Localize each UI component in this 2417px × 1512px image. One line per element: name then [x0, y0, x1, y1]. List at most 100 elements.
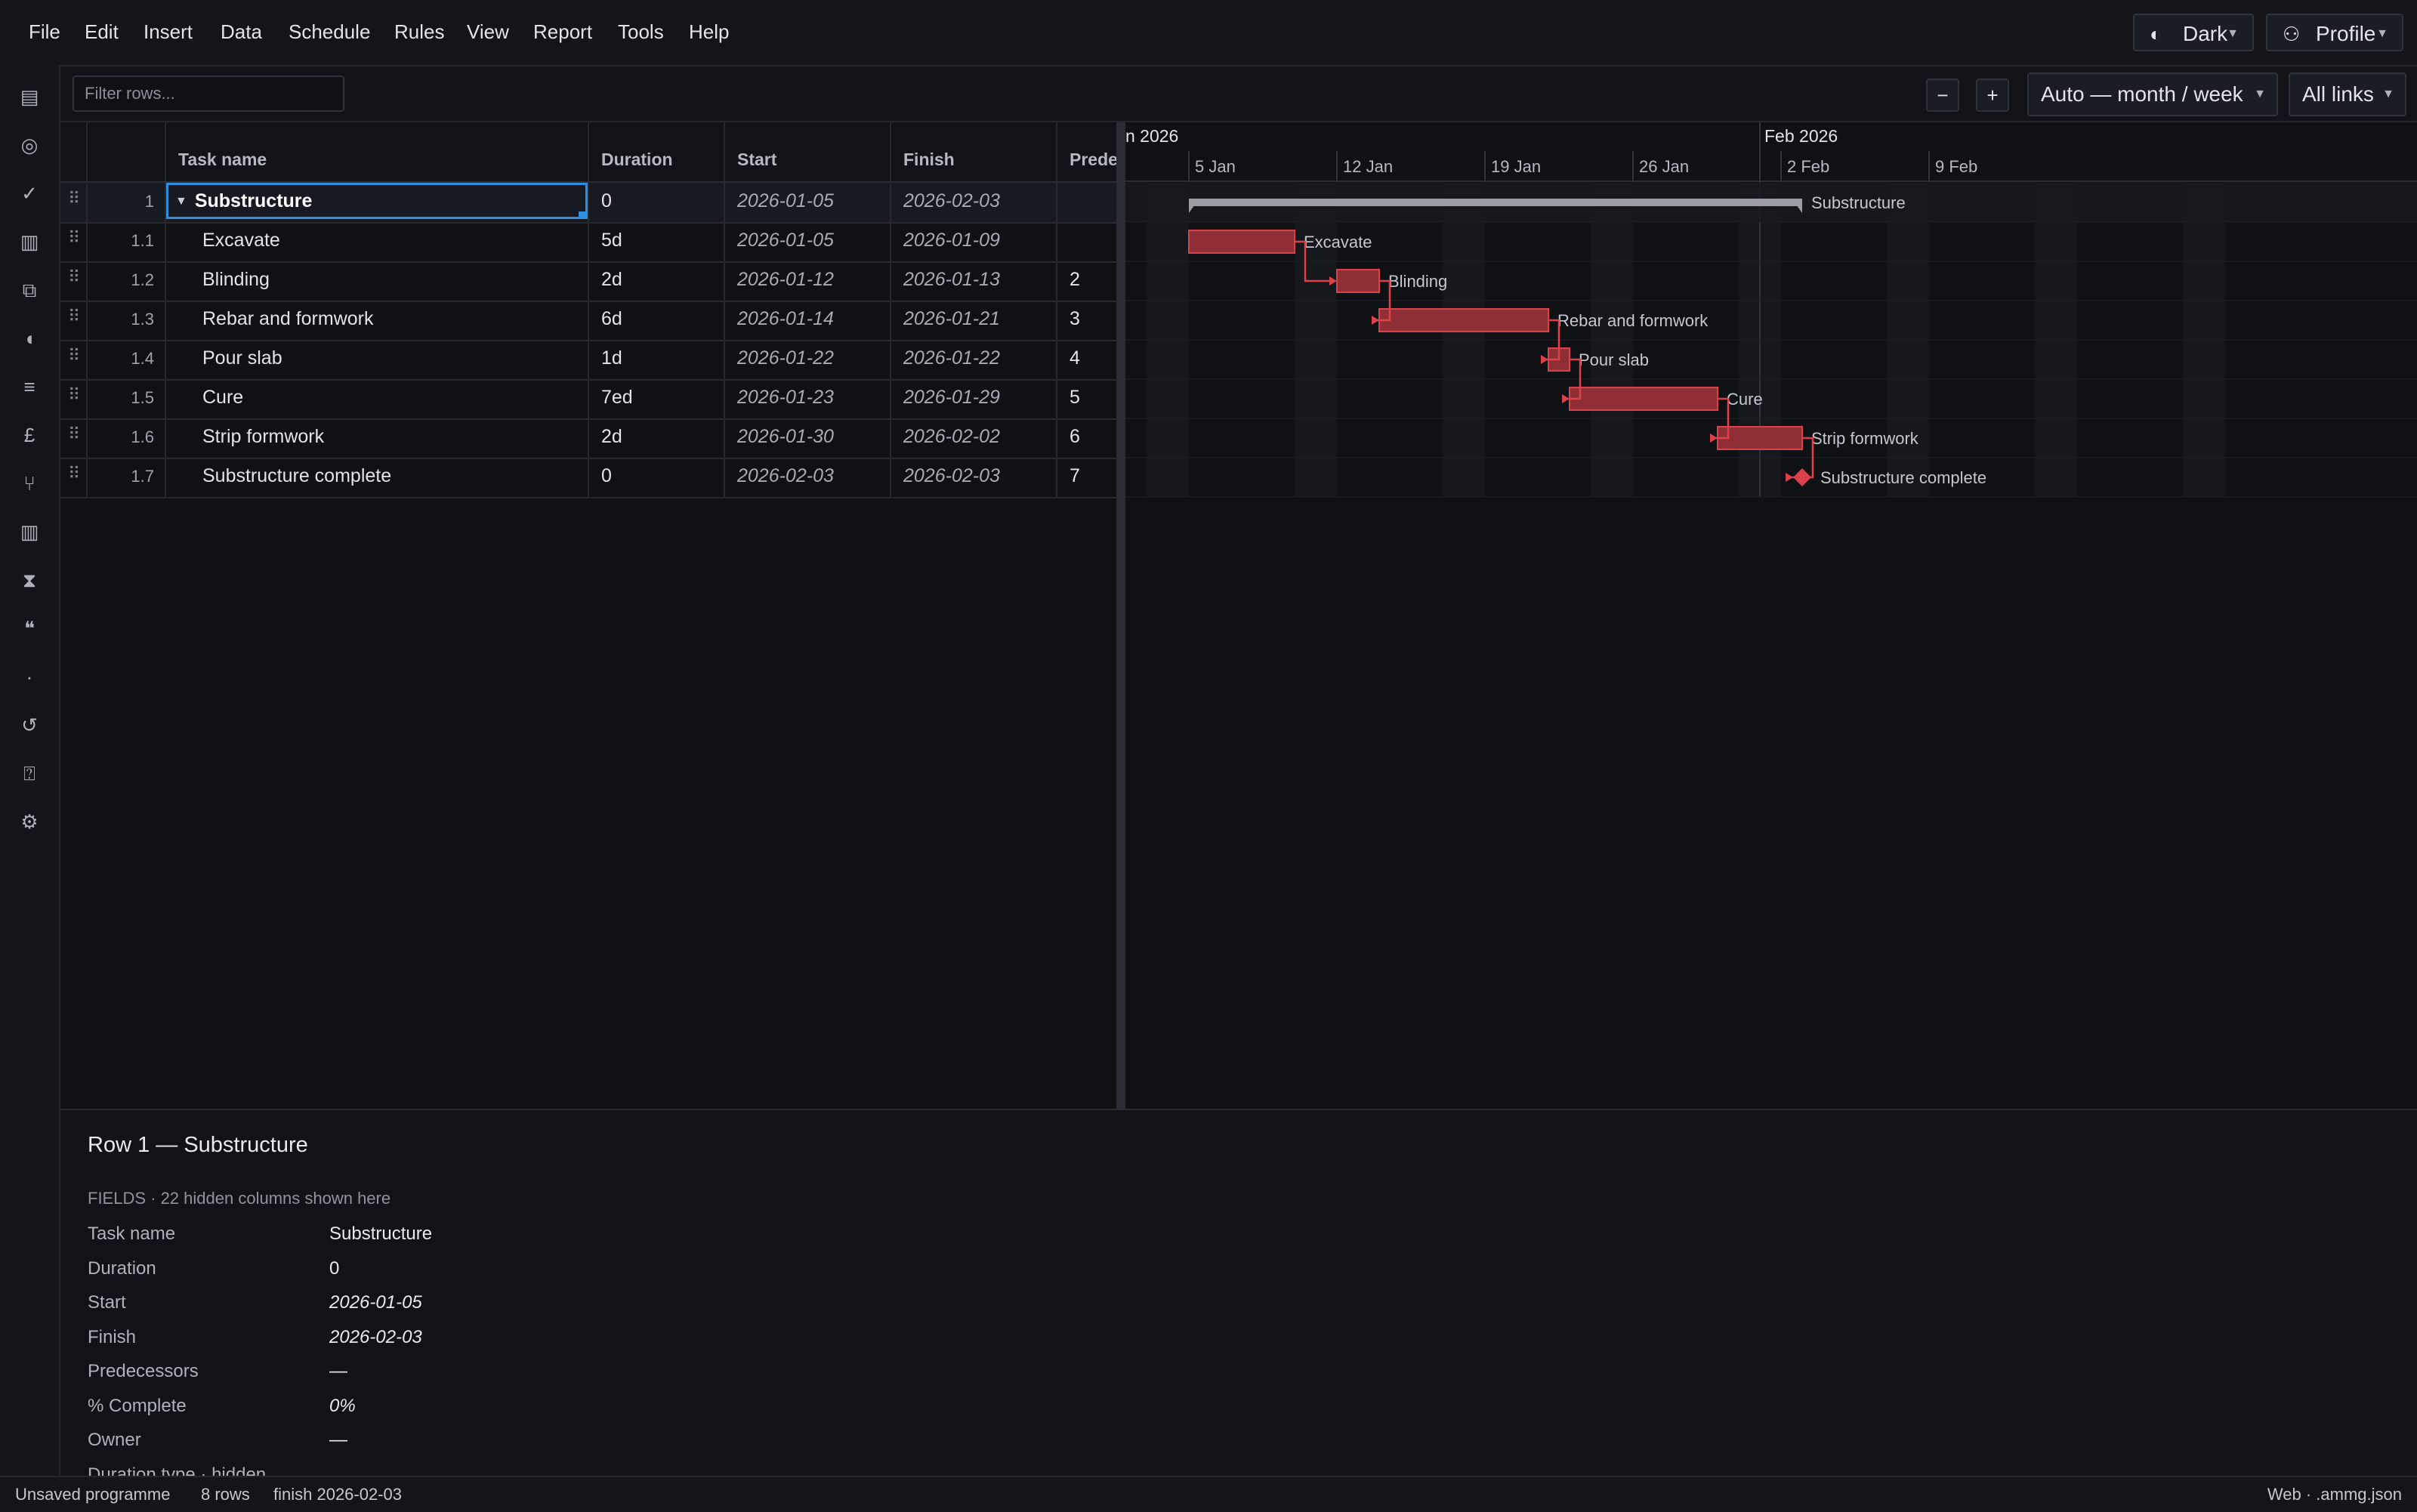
- drag-handle-icon[interactable]: ⠿: [65, 464, 83, 483]
- drag-handle-icon[interactable]: ⠿: [65, 267, 83, 287]
- table-view-icon[interactable]: ▤: [0, 82, 59, 112]
- cell-start[interactable]: 2026-01-12: [737, 269, 834, 291]
- cell-task-name[interactable]: Strip formwork: [202, 426, 324, 448]
- table-row[interactable]: ⠿ 1.1 Excavate 5d 2026-01-05 2026-01-09: [60, 222, 1118, 263]
- cell-predecessors[interactable]: 5: [1070, 387, 1080, 409]
- col-header-task-name[interactable]: Task name: [178, 150, 267, 170]
- target-icon[interactable]: ◎: [0, 130, 59, 160]
- cell-duration[interactable]: 2d: [601, 269, 622, 291]
- cell-start[interactable]: 2026-02-03: [737, 465, 834, 487]
- cell-predecessors[interactable]: 3: [1070, 308, 1080, 330]
- field-value[interactable]: 0%: [329, 1396, 356, 1417]
- cell-finish[interactable]: 2026-02-03: [903, 465, 1000, 487]
- zoom-in-button[interactable]: +: [1976, 79, 2009, 112]
- dot-icon[interactable]: ·: [0, 662, 59, 692]
- cell-task-name[interactable]: Rebar and formwork: [202, 308, 373, 330]
- menu-data[interactable]: Data: [221, 17, 262, 47]
- check-icon[interactable]: ✓: [0, 178, 59, 208]
- cell-task-name[interactable]: Cure: [202, 387, 243, 409]
- field-value[interactable]: 2026-02-03: [329, 1327, 422, 1348]
- profile-button[interactable]: ⚇ Profile ▼: [2266, 14, 2403, 51]
- history-icon[interactable]: ↺: [0, 710, 59, 740]
- menu-file[interactable]: File: [29, 17, 60, 47]
- cell-task-name[interactable]: Excavate: [202, 230, 280, 251]
- layers-icon[interactable]: ⧉: [0, 275, 59, 305]
- filter-rows-input[interactable]: [73, 76, 344, 112]
- cell-duration[interactable]: 1d: [601, 347, 622, 369]
- table-row[interactable]: ⠿ 1.3 Rebar and formwork 6d 2026-01-14 2026-0…: [60, 301, 1118, 341]
- cell-task-name[interactable]: Substructure complete: [202, 465, 391, 487]
- menu-report[interactable]: Report: [533, 17, 592, 47]
- menu-help[interactable]: Help: [689, 17, 729, 47]
- col-header-start[interactable]: Start: [737, 150, 776, 170]
- menu-edit[interactable]: Edit: [85, 17, 119, 47]
- list-icon[interactable]: ≡: [0, 372, 59, 402]
- field-value[interactable]: Substructure: [329, 1223, 432, 1245]
- zoom-out-button[interactable]: −: [1926, 79, 1959, 112]
- quote-icon[interactable]: ❝: [0, 613, 59, 643]
- drag-handle-icon[interactable]: ⠿: [65, 346, 83, 366]
- cell-start[interactable]: 2026-01-05: [737, 190, 834, 212]
- drag-handle-icon[interactable]: ⠿: [65, 424, 83, 444]
- field-value[interactable]: 2026-01-05: [329, 1292, 422, 1313]
- cell-finish[interactable]: 2026-01-29: [903, 387, 1000, 409]
- cell-duration[interactable]: 0: [601, 465, 612, 487]
- columns-icon[interactable]: ▥: [0, 517, 59, 547]
- table-row[interactable]: ⠿ 1.7 Substructure complete 0 2026-02-03 2026…: [60, 458, 1118, 498]
- cell-start[interactable]: 2026-01-05: [737, 230, 834, 251]
- cell-finish[interactable]: 2026-01-09: [903, 230, 1000, 251]
- drag-handle-icon[interactable]: ⠿: [65, 189, 83, 208]
- menu-insert[interactable]: Insert: [144, 17, 193, 47]
- drag-handle-icon[interactable]: ⠿: [65, 307, 83, 326]
- cell-finish[interactable]: 2026-01-13: [903, 269, 1000, 291]
- field-value[interactable]: 0: [329, 1258, 339, 1279]
- table-row[interactable]: ⠿ 1.5 Cure 7ed 2026-01-23 2026-01-29 5: [60, 379, 1118, 420]
- cell-predecessors[interactable]: 4: [1070, 347, 1080, 369]
- cell-duration[interactable]: 0: [601, 190, 612, 212]
- menu-tools[interactable]: Tools: [618, 17, 664, 47]
- hourglass-icon[interactable]: ⧗: [0, 565, 59, 595]
- col-header-finish[interactable]: Finish: [903, 150, 955, 170]
- cell-task-name[interactable]: ▼ Substructure: [175, 190, 312, 212]
- field-value[interactable]: —: [329, 1361, 347, 1382]
- cell-duration[interactable]: 7ed: [601, 387, 633, 409]
- col-header-predecessors[interactable]: Prede: [1070, 150, 1118, 170]
- cell-predecessors[interactable]: 2: [1070, 269, 1080, 291]
- cell-task-name[interactable]: Pour slab: [202, 347, 282, 369]
- document-icon[interactable]: ▥: [0, 227, 59, 257]
- theme-toggle-button[interactable]: ◐ Dark ▼: [2133, 14, 2254, 51]
- menu-rules[interactable]: Rules: [394, 17, 444, 47]
- help-icon[interactable]: ⍰: [0, 758, 59, 788]
- cell-start[interactable]: 2026-01-30: [737, 426, 834, 448]
- pane-splitter[interactable]: [1116, 122, 1125, 1110]
- drag-handle-icon[interactable]: ⠿: [65, 385, 83, 405]
- table-row[interactable]: ⠿ 1.4 Pour slab 1d 2026-01-22 2026-01-22 4: [60, 340, 1118, 381]
- cell-duration[interactable]: 5d: [601, 230, 622, 251]
- cell-finish[interactable]: 2026-02-02: [903, 426, 1000, 448]
- cell-duration[interactable]: 2d: [601, 426, 622, 448]
- fill-handle[interactable]: [579, 211, 586, 219]
- cell-finish[interactable]: 2026-01-21: [903, 308, 1000, 330]
- menu-schedule[interactable]: Schedule: [289, 17, 370, 47]
- pound-currency-icon[interactable]: £: [0, 420, 59, 450]
- timescale-dropdown[interactable]: Auto — month / week ▼: [2027, 73, 2278, 116]
- cell-predecessors[interactable]: 6: [1070, 426, 1080, 448]
- col-header-duration[interactable]: Duration: [601, 150, 673, 170]
- menu-view[interactable]: View: [467, 17, 509, 47]
- table-row[interactable]: ⠿ 1 ▼ Substructure 0 2026-01-05 2026-02-03: [60, 183, 1118, 224]
- cell-start[interactable]: 2026-01-14: [737, 308, 834, 330]
- cell-start[interactable]: 2026-01-23: [737, 387, 834, 409]
- drag-handle-icon[interactable]: ⠿: [65, 228, 83, 248]
- cell-start[interactable]: 2026-01-22: [737, 347, 834, 369]
- cell-duration[interactable]: 6d: [601, 308, 622, 330]
- cell-finish[interactable]: 2026-01-22: [903, 347, 1000, 369]
- fork-icon[interactable]: ⑂: [0, 468, 59, 498]
- settings-icon[interactable]: ⚙: [0, 807, 59, 837]
- cell-predecessors[interactable]: 7: [1070, 465, 1080, 487]
- links-dropdown[interactable]: All links ▼: [2289, 73, 2406, 116]
- cell-finish[interactable]: 2026-02-03: [903, 190, 1000, 212]
- table-row[interactable]: ⠿ 1.2 Blinding 2d 2026-01-12 2026-01-13 2: [60, 261, 1118, 302]
- half-circle-icon[interactable]: ◖: [0, 323, 59, 353]
- field-value[interactable]: —: [329, 1430, 347, 1451]
- collapse-triangle-icon[interactable]: ▼: [175, 195, 187, 208]
